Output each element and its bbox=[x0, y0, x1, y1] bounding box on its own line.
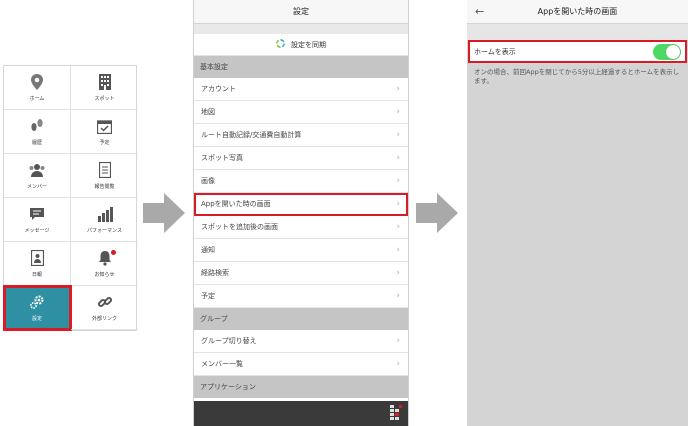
section-header-basic: 基本設定 bbox=[194, 56, 408, 78]
calendar-check-icon bbox=[96, 117, 114, 135]
settings-row-schedule[interactable]: 予定 › bbox=[194, 285, 408, 308]
chevron-right-icon: › bbox=[396, 222, 400, 232]
menu-item-schedule[interactable]: 予定 bbox=[71, 110, 138, 154]
menu-item-label: 履歴 bbox=[31, 140, 42, 146]
settings-row-after-add-spot[interactable]: スポットを追加後の画面 › bbox=[194, 216, 408, 239]
menu-item-label: 予定 bbox=[99, 140, 110, 146]
menu-item-spot[interactable]: スポット bbox=[71, 66, 138, 110]
menu-item-label: 外部リンク bbox=[91, 316, 117, 322]
show-home-row: ホームを表示 bbox=[468, 40, 687, 63]
menu-item-daily-report[interactable]: 日報 bbox=[4, 242, 71, 286]
menu-item-label: ホーム bbox=[29, 96, 45, 102]
notification-badge bbox=[111, 250, 116, 255]
chevron-right-icon: › bbox=[396, 336, 400, 346]
chevron-right-icon: › bbox=[396, 107, 400, 117]
chevron-right-icon: › bbox=[396, 153, 400, 163]
app-logo-icon bbox=[390, 405, 402, 422]
chevron-right-icon: › bbox=[396, 268, 400, 278]
settings-row-account[interactable]: アカウント › bbox=[194, 78, 408, 101]
page-title: Appを開いた時の画面 bbox=[537, 7, 618, 16]
show-home-description: オンの場合、前回Appを閉じてから5分以上経過するとホームを表示します。 bbox=[474, 68, 680, 85]
settings-nav-bar: 設定 bbox=[194, 0, 408, 24]
report-icon bbox=[28, 249, 46, 267]
menu-item-performance[interactable]: パフォーマンス bbox=[71, 198, 138, 242]
menu-item-label: 設定 bbox=[31, 316, 42, 322]
settings-row-spot-photo[interactable]: スポット写真 › bbox=[194, 147, 408, 170]
show-home-toggle[interactable] bbox=[653, 43, 681, 60]
menu-item-label: スポット bbox=[94, 96, 115, 102]
footprints-icon bbox=[28, 117, 46, 135]
chevron-right-icon: › bbox=[396, 84, 400, 94]
main-menu-grid: ホーム スポット 履歴 予定 メンバー 報告閲覧 メッセージ パフォーマンス 日… bbox=[3, 65, 138, 331]
menu-item-notifications[interactable]: お知らせ bbox=[71, 242, 138, 286]
chevron-right-icon: › bbox=[396, 130, 400, 140]
settings-row-image[interactable]: 画像 › bbox=[194, 170, 408, 193]
show-home-label: ホームを表示 bbox=[474, 47, 516, 56]
menu-item-label: メッセージ bbox=[24, 228, 50, 234]
settings-row-route-recording[interactable]: ルート自動記録/交通費自動計算 › bbox=[194, 124, 408, 147]
chevron-right-icon: › bbox=[396, 359, 400, 369]
startup-screen-settings: ← Appを開いた時の画面 ホームを表示 オンの場合、前回Appを閉じてから5分… bbox=[467, 0, 688, 426]
menu-item-home[interactable]: ホーム bbox=[4, 66, 71, 110]
menu-item-label: 報告閲覧 bbox=[94, 184, 115, 190]
settings-row-map[interactable]: 地図 › bbox=[194, 101, 408, 124]
sync-label: 設定を同期 bbox=[291, 40, 326, 49]
settings-row-member-list[interactable]: メンバー一覧 › bbox=[194, 353, 408, 376]
sync-icon bbox=[276, 39, 285, 50]
settings-row-notifications[interactable]: 通知 › bbox=[194, 239, 408, 262]
menu-item-settings[interactable]: 設定 bbox=[3, 285, 72, 331]
menu-item-members[interactable]: メンバー bbox=[4, 154, 71, 198]
document-icon bbox=[96, 161, 114, 179]
settings-row-switch-group[interactable]: グループ切り替え › bbox=[194, 330, 408, 353]
map-pin-icon bbox=[28, 73, 46, 91]
menu-item-reports[interactable]: 報告閲覧 bbox=[71, 154, 138, 198]
chat-icon bbox=[28, 205, 46, 223]
settings-row-startup-screen[interactable]: Appを開いた時の画面 › bbox=[194, 193, 408, 216]
chevron-right-icon: › bbox=[396, 176, 400, 186]
chevron-right-icon: › bbox=[396, 245, 400, 255]
people-icon bbox=[28, 161, 46, 179]
sync-settings-button[interactable]: 設定を同期 bbox=[194, 34, 408, 56]
settings-row-route-search[interactable]: 経路検索 › bbox=[194, 262, 408, 285]
page-title: 設定 bbox=[293, 7, 309, 16]
section-header-application: アプリケーション bbox=[194, 376, 408, 398]
settings-screen: 設定 設定を同期 基本設定 アカウント › 地図 › ルート自動記録/交通費自動計算… bbox=[193, 0, 409, 426]
menu-item-history[interactable]: 履歴 bbox=[4, 110, 71, 154]
flow-arrow-icon bbox=[143, 193, 185, 233]
chevron-right-icon: › bbox=[396, 199, 400, 209]
menu-item-label: メンバー bbox=[26, 184, 47, 190]
building-icon bbox=[96, 73, 114, 91]
flow-arrow-icon bbox=[416, 193, 458, 233]
section-header-group: グループ bbox=[194, 308, 408, 330]
gears-icon bbox=[28, 293, 46, 311]
menu-item-label: パフォーマンス bbox=[87, 228, 122, 234]
startup-nav-bar: ← Appを開いた時の画面 bbox=[467, 0, 688, 24]
link-icon bbox=[96, 293, 114, 311]
bar-chart-icon bbox=[96, 205, 114, 223]
chevron-right-icon: › bbox=[396, 291, 400, 301]
menu-item-label: お知らせ bbox=[94, 272, 115, 278]
menu-item-messages[interactable]: メッセージ bbox=[4, 198, 71, 242]
menu-item-label: 日報 bbox=[31, 272, 42, 278]
back-arrow-icon[interactable]: ← bbox=[475, 5, 484, 18]
menu-item-external-link[interactable]: 外部リンク bbox=[71, 286, 138, 330]
bottom-toolbar bbox=[194, 401, 408, 426]
